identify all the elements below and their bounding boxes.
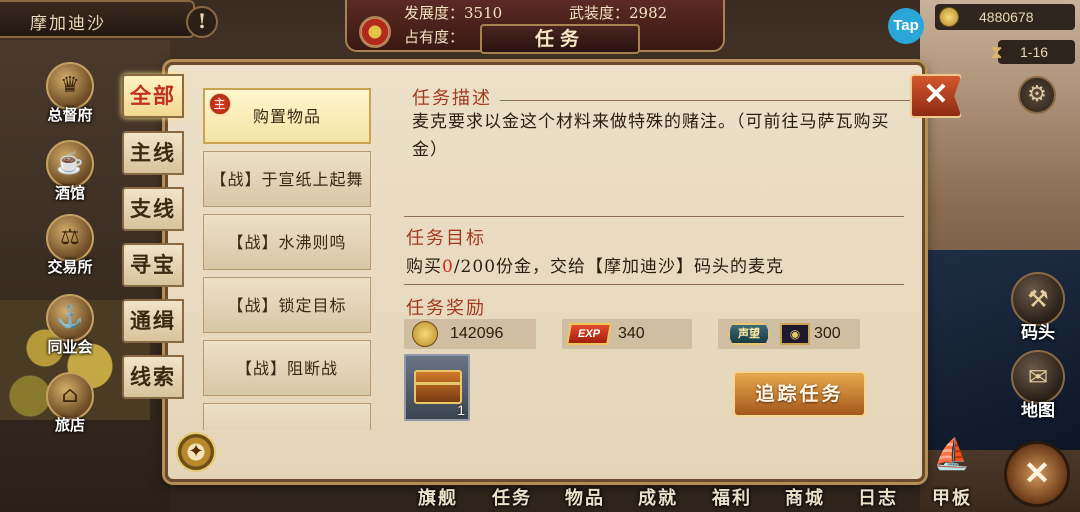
- tab-wanted[interactable]: 通缉: [122, 299, 184, 343]
- objective-title: 任务目标: [406, 228, 486, 249]
- armament-label: 武装度：: [569, 4, 630, 22]
- fame-icon: 声望: [728, 323, 770, 345]
- scales-icon: ⚖: [46, 214, 94, 262]
- track-quest-button[interactable]: 追踪任务: [733, 371, 866, 417]
- quest-description: 麦克要求以金这个材料来做特殊的赌注。（可前往马萨瓦购买金）: [412, 112, 890, 160]
- quest-item-label: 【战】于宣纸上起舞: [210, 169, 364, 189]
- quest-item-partial[interactable]: [203, 403, 371, 430]
- side-nav-tavern[interactable]: ☕ 酒馆: [40, 140, 100, 202]
- divider: [404, 284, 904, 285]
- development-value: 3510: [464, 4, 503, 22]
- compass-icon[interactable]: ✦: [176, 432, 216, 472]
- inn-icon: ⌂: [46, 372, 94, 420]
- treasure-chest-icon: [414, 370, 462, 404]
- side-nav-guild[interactable]: ⚓ 同业会: [40, 294, 100, 356]
- armament-value: 2982: [629, 4, 668, 22]
- tab-treasure[interactable]: 寻宝: [122, 243, 184, 287]
- alert-icon[interactable]: !: [186, 6, 218, 38]
- reward-fame: 声望 ◉ 300: [718, 319, 860, 349]
- coin-balance-value: 4880678: [979, 9, 1034, 25]
- tab-main[interactable]: 主线: [122, 131, 184, 175]
- city-name: 摩加迪沙: [0, 0, 195, 38]
- coin-balance: 4880678: [935, 4, 1075, 30]
- city-flag-icon: [359, 16, 391, 48]
- bottom-nav-welfare[interactable]: 福利: [712, 484, 752, 510]
- side-nav-inn[interactable]: ⌂ 旅店: [40, 372, 100, 434]
- menu-toggle-button[interactable]: ✕: [1004, 441, 1070, 507]
- side-nav-label: 总督府: [47, 106, 93, 124]
- development-stat: 发展度：3510: [404, 2, 502, 23]
- bottom-nav-deck[interactable]: 甲板: [932, 484, 972, 510]
- anchor-emblem-icon: ⚓: [46, 294, 94, 342]
- description-title: 任务描述: [412, 88, 492, 109]
- objective-prefix: 购买: [406, 257, 442, 277]
- game-date-value: 1-16: [1020, 44, 1049, 60]
- quest-item[interactable]: 【战】锁定目标: [203, 277, 371, 333]
- reward-fame-value: 300: [814, 325, 841, 342]
- bottom-nav-quests[interactable]: 任务: [492, 484, 532, 510]
- fame-emblem-icon: ◉: [780, 323, 810, 345]
- reward-exp: EXP 340: [562, 319, 692, 349]
- tap-logo-icon[interactable]: Tap: [888, 8, 924, 44]
- settings-gear-icon[interactable]: ⚙: [1018, 76, 1056, 114]
- bottom-nav-flagship[interactable]: 旗舰: [418, 484, 458, 510]
- side-nav-label: 交易所: [47, 258, 93, 276]
- game-date: ⧗ 1-16: [990, 40, 1075, 64]
- tab-all[interactable]: 全部: [122, 74, 184, 118]
- tab-side[interactable]: 支线: [122, 187, 184, 231]
- bottom-nav-items[interactable]: 物品: [565, 484, 605, 510]
- side-nav-label: 旅店: [54, 416, 85, 434]
- quest-item-label: 购置物品: [252, 106, 321, 126]
- ship-icon[interactable]: ⛵: [930, 437, 974, 481]
- page-title: 任务: [480, 24, 640, 54]
- divider: [500, 100, 910, 101]
- main-quest-badge: 主: [209, 93, 231, 115]
- side-nav-label: 酒馆: [54, 184, 85, 202]
- coin-icon: [412, 321, 438, 347]
- bottom-nav-shop[interactable]: 商城: [785, 484, 825, 510]
- side-nav-label: 同业会: [47, 338, 93, 356]
- bottom-nav: 旗舰 任务 物品 成就 福利 商城 日志 甲板: [400, 478, 1000, 512]
- objective-progress: 0: [442, 257, 454, 277]
- armament-stat: 武装度：2982: [569, 2, 667, 23]
- quest-item[interactable]: 【战】水沸则鸣: [203, 214, 371, 270]
- quest-item-label: 【战】阻断战: [235, 358, 338, 378]
- crown-icon: ♛: [46, 62, 94, 110]
- reward-coins: 142096: [404, 319, 536, 349]
- side-nav-dock[interactable]: ⚒ 码头: [1008, 272, 1068, 343]
- quest-item[interactable]: 【战】于宣纸上起舞: [203, 151, 371, 207]
- reward-coins-value: 142096: [450, 325, 504, 342]
- development-label: 发展度：: [404, 4, 465, 22]
- tab-clues[interactable]: 线索: [122, 355, 184, 399]
- side-nav-label: 地图: [1021, 401, 1055, 421]
- quest-objective: 购买0/200份金，交给【摩加迪沙】码头的麦克: [406, 252, 784, 277]
- hourglass-icon: ⧗: [990, 42, 1003, 62]
- reward-exp-value: 340: [618, 325, 645, 342]
- reward-title: 任务奖励: [406, 298, 486, 319]
- side-nav-exchange[interactable]: ⚖ 交易所: [40, 214, 100, 276]
- bottom-nav-achievements[interactable]: 成就: [638, 484, 678, 510]
- bottom-nav-log[interactable]: 日志: [858, 484, 898, 510]
- quest-item[interactable]: 【战】阻断战: [203, 340, 371, 396]
- quest-list: 主 购置物品 【战】于宣纸上起舞 【战】水沸则鸣 【战】锁定目标 【战】阻断战: [203, 88, 373, 430]
- exp-icon: EXP: [566, 323, 612, 345]
- reward-item-count: 1: [457, 402, 465, 418]
- reward-item-slot[interactable]: 1: [404, 354, 470, 421]
- objective-suffix: /200份金，交给【摩加迪沙】码头的麦克: [453, 257, 785, 277]
- occupancy-label: 占有度：: [404, 28, 465, 46]
- divider: [404, 216, 904, 217]
- quest-item-label: 【战】水沸则鸣: [227, 232, 347, 252]
- quest-item-label: 【战】锁定目标: [227, 295, 347, 315]
- quest-item[interactable]: 主 购置物品: [203, 88, 371, 144]
- coin-icon: [939, 7, 959, 27]
- side-nav-label: 码头: [1021, 323, 1055, 343]
- side-nav-map[interactable]: ✉ 地图: [1008, 350, 1068, 421]
- beer-mug-icon: ☕: [46, 140, 94, 188]
- side-nav-governor[interactable]: ♛ 总督府: [40, 62, 100, 124]
